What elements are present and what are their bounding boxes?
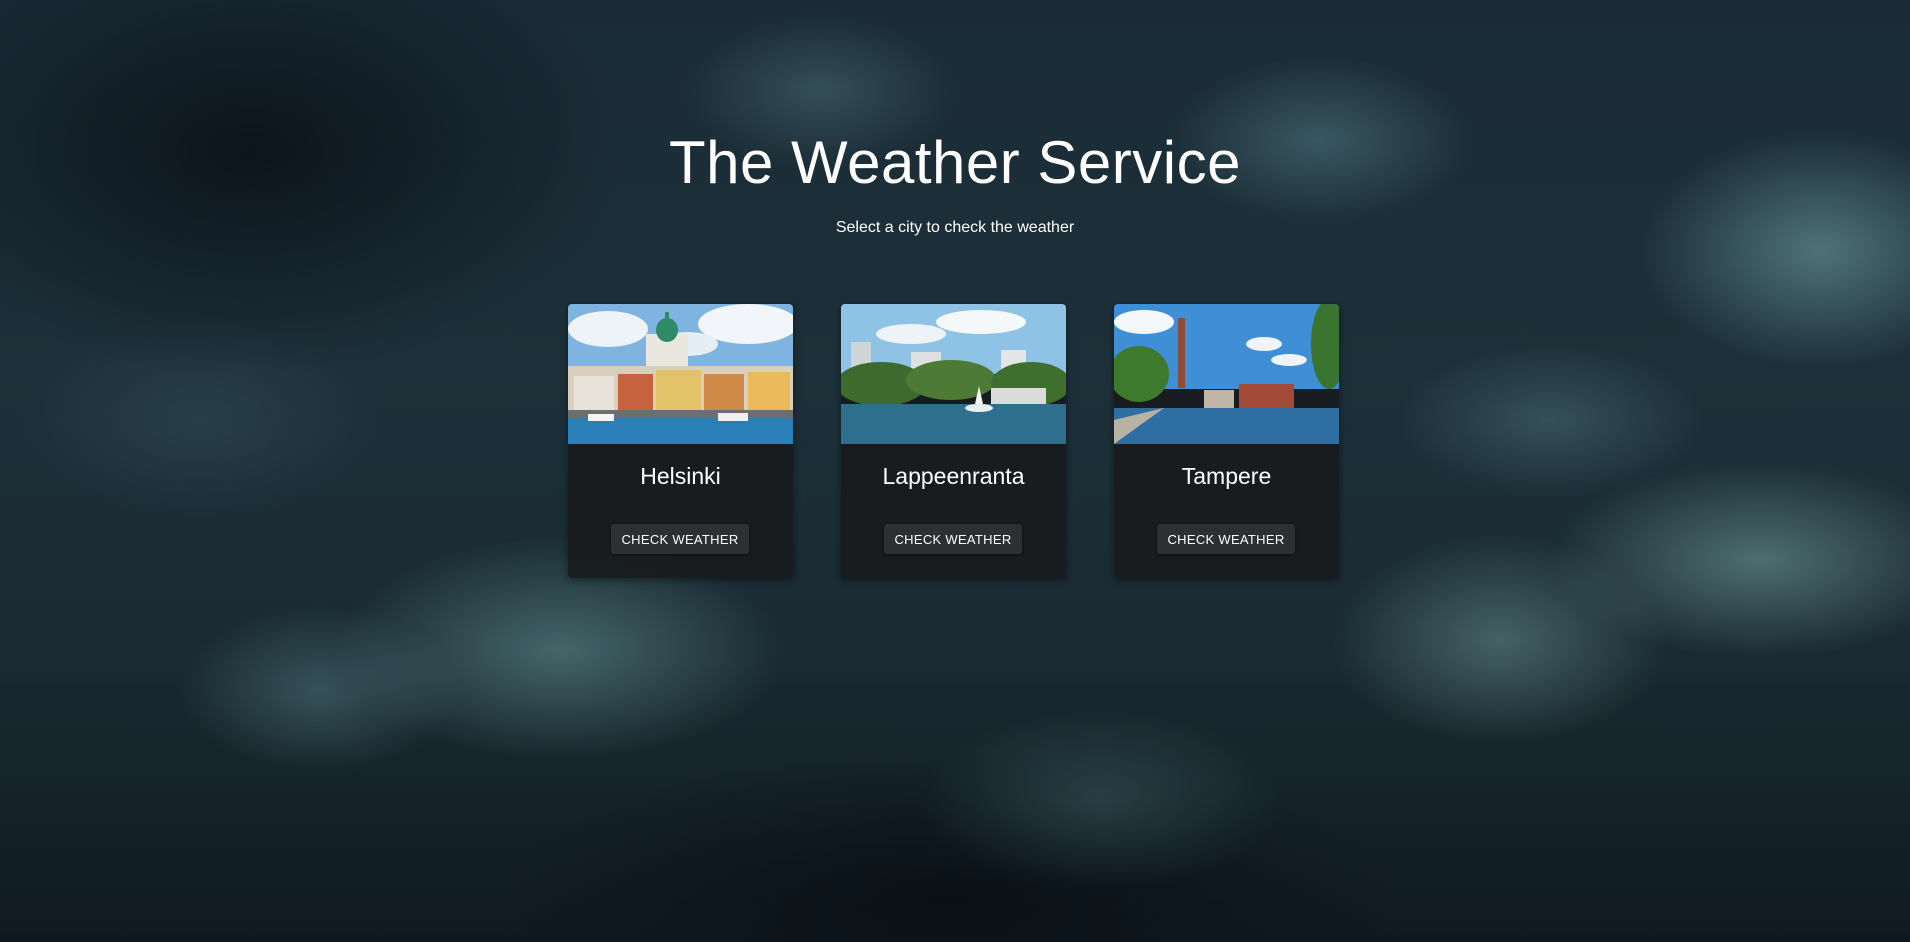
- lappeenranta-photo: [841, 304, 1066, 444]
- city-name: Tampere: [1181, 463, 1272, 489]
- page-subtitle: Select a city to check the weather: [835, 219, 1075, 236]
- city-name: Lappeenranta: [882, 463, 1025, 489]
- city-card-helsinki: Helsinki CHECK WEATHER: [568, 304, 793, 578]
- page-title: The Weather Service: [669, 129, 1241, 196]
- city-name: Helsinki: [640, 463, 721, 489]
- tampere-photo: [1114, 304, 1339, 444]
- check-weather-button-tampere[interactable]: CHECK WEATHER: [1157, 524, 1295, 554]
- helsinki-photo: [568, 304, 793, 444]
- city-card-tampere: Tampere CHECK WEATHER: [1114, 304, 1339, 578]
- city-card-lappeenranta: Lappeenranta CHECK WEATHER: [841, 304, 1066, 578]
- check-weather-button-lappeenranta[interactable]: CHECK WEATHER: [884, 524, 1022, 554]
- city-card-list: Helsinki CHECK WEATHER Lappeenranta CHEC…: [568, 304, 1340, 579]
- check-weather-button-helsinki[interactable]: CHECK WEATHER: [611, 524, 749, 554]
